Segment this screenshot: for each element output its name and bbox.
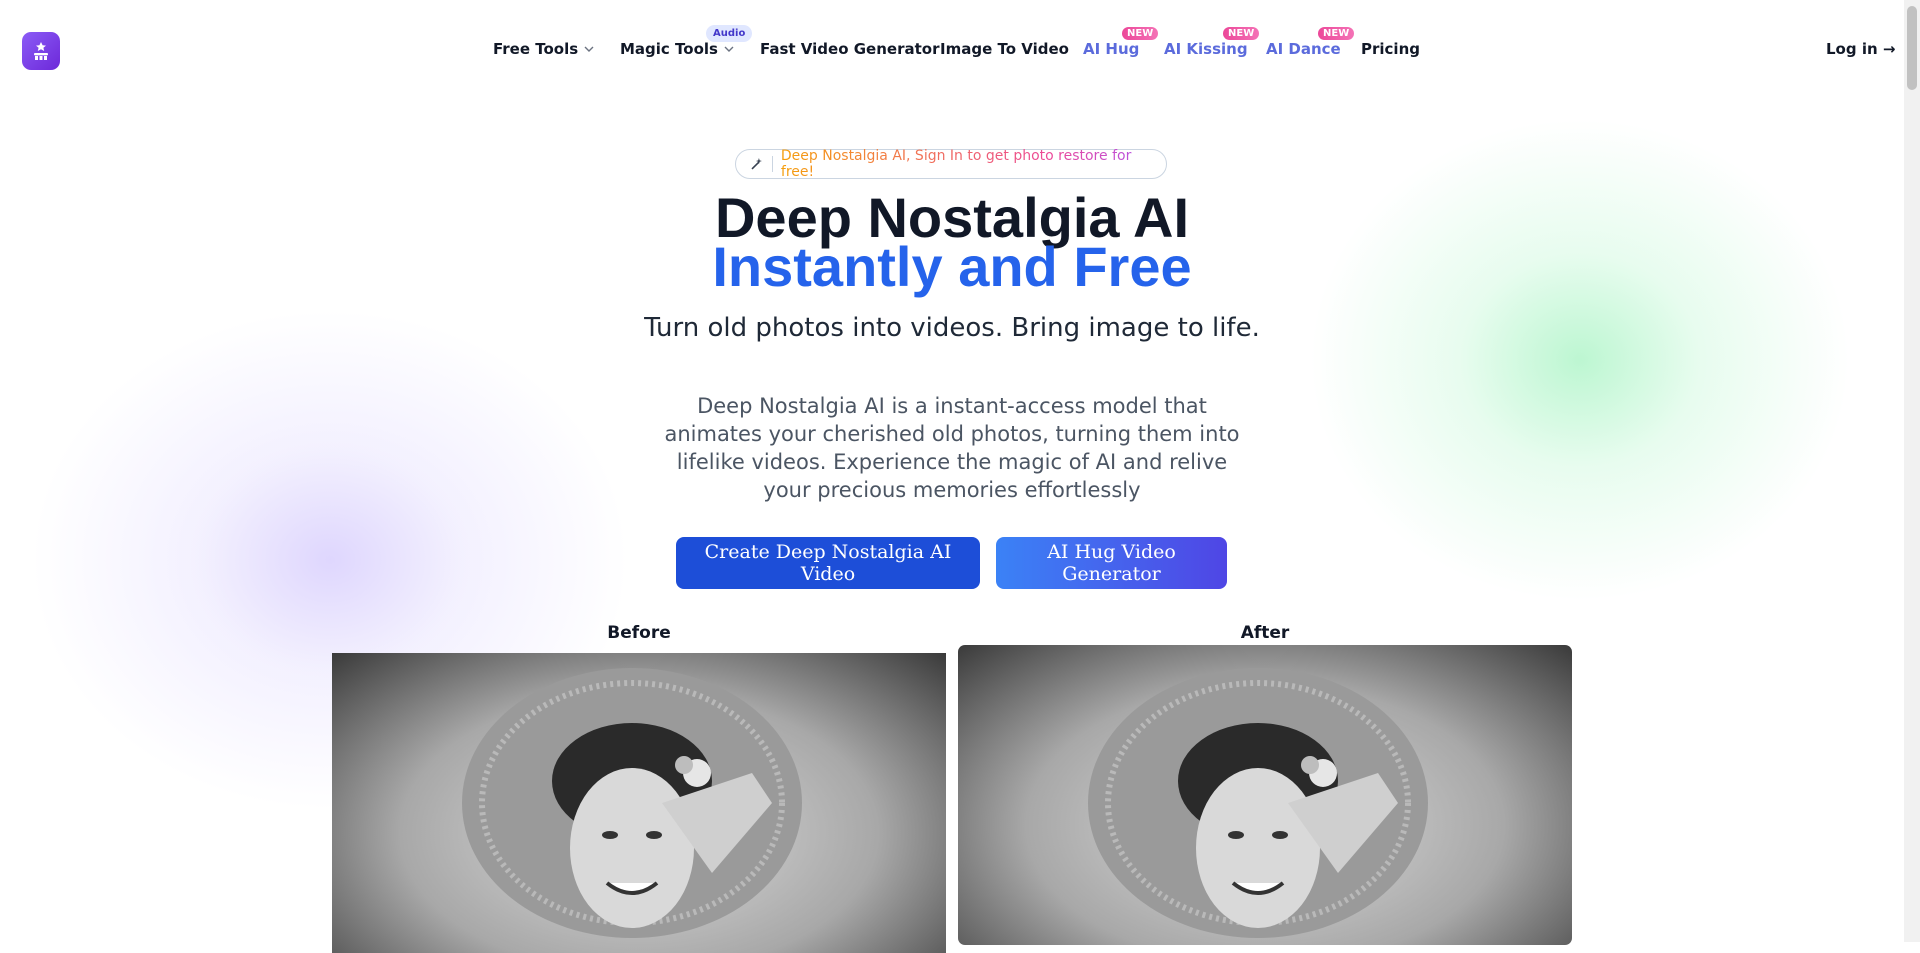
- chevron-down-icon: [584, 46, 594, 52]
- nav-magic-tools-label: Magic Tools: [620, 40, 718, 58]
- login-link[interactable]: Log in →: [1826, 40, 1895, 58]
- new-badge: NEW: [1223, 27, 1260, 40]
- pill-divider: [771, 156, 773, 172]
- nav-fast-video-generator[interactable]: Fast Video Generator: [760, 40, 939, 58]
- after-photo: [958, 645, 1572, 945]
- promo-pill-text: Deep Nostalgia AI, Sign In to get photo …: [781, 148, 1166, 180]
- page-scrollbar[interactable]: [1904, 0, 1920, 942]
- site-logo[interactable]: [22, 32, 60, 70]
- decorative-green-glow: [1300, 110, 1860, 610]
- nav-ai-kissing[interactable]: AI Kissing: [1164, 40, 1248, 58]
- top-header: Free Tools Magic Tools Audio Fast Video …: [0, 0, 1904, 100]
- portrait-image: [462, 668, 802, 938]
- nav-free-tools-label: Free Tools: [493, 40, 579, 58]
- before-label: Before: [607, 623, 671, 643]
- hero-title-highlight: Instantly and Free: [712, 235, 1192, 298]
- hero-subtitle: Turn old photos into videos. Bring image…: [644, 313, 1260, 343]
- audio-badge: Audio: [706, 25, 753, 42]
- nav-image-to-video[interactable]: Image To Video: [940, 40, 1069, 58]
- nav-magic-tools[interactable]: Magic Tools: [620, 40, 734, 58]
- portrait-image: [1088, 668, 1428, 938]
- nav-pricing[interactable]: Pricing: [1361, 40, 1420, 58]
- logo-icon: [34, 42, 48, 60]
- after-label: After: [1240, 623, 1290, 643]
- nav-ai-dance[interactable]: AI Dance: [1266, 40, 1341, 58]
- chevron-down-icon: [724, 46, 734, 52]
- nav-ai-hug[interactable]: AI Hug: [1083, 40, 1139, 58]
- before-photo: [332, 653, 946, 953]
- new-badge: NEW: [1318, 27, 1355, 40]
- create-video-button[interactable]: Create Deep Nostalgia AI Video: [676, 537, 980, 589]
- promo-pill[interactable]: Deep Nostalgia AI, Sign In to get photo …: [735, 148, 1167, 180]
- scrollbar-thumb[interactable]: [1907, 6, 1917, 90]
- hero-description: Deep Nostalgia AI is a instant-access mo…: [664, 394, 1240, 502]
- ai-hug-generator-button[interactable]: AI Hug Video Generator: [996, 537, 1227, 589]
- nav-free-tools[interactable]: Free Tools: [493, 40, 594, 58]
- magic-wand-icon: [751, 158, 762, 170]
- new-badge: NEW: [1122, 27, 1159, 40]
